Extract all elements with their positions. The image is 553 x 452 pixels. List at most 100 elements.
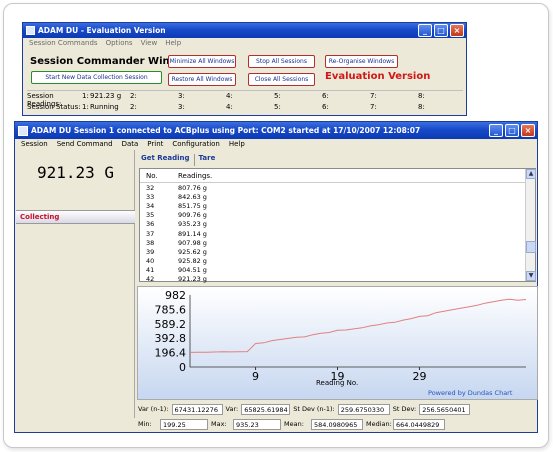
session-minimize-icon[interactable]: _ <box>489 124 503 137</box>
session-close-icon[interactable]: × <box>521 124 535 137</box>
scroll-down-icon[interactable]: ▼ <box>526 271 536 281</box>
menu-help[interactable]: Help <box>165 39 181 47</box>
status-slot-label-6: 6: <box>322 103 329 111</box>
row-number: 41 <box>146 266 155 275</box>
get-reading-tab[interactable]: Get Reading <box>137 154 195 166</box>
minimize-icon[interactable]: _ <box>418 24 432 37</box>
mean-label: Mean: <box>284 420 304 428</box>
status-slot-label-1: 1: <box>82 103 89 111</box>
menu-session-commands[interactable]: Session Commands <box>29 39 98 47</box>
y-tick-label: 0 <box>179 361 186 374</box>
row-number: 38 <box>146 238 155 247</box>
y-tick-label: 982 <box>165 289 186 302</box>
slot-status-1: Running <box>90 103 119 111</box>
table-scrollbar[interactable]: ▲ ▼ <box>525 169 536 281</box>
row-number: 42 <box>146 275 155 284</box>
status-slot-label-4: 4: <box>226 103 233 111</box>
table-row[interactable]: 41 904.51 g <box>140 266 535 275</box>
stdev-label: St Dev: <box>392 405 417 413</box>
commander-title: ADAM DU - Evaluation Version <box>38 26 166 35</box>
median-value: 664.0449829 <box>393 418 445 430</box>
chart-watermark: Powered by Dundas Chart <box>428 389 513 397</box>
header-readings: Readings. <box>178 171 213 180</box>
status-slot-label-3: 3: <box>178 103 185 111</box>
readings-table-header: No. Readings. <box>140 169 535 183</box>
scroll-up-icon[interactable]: ▲ <box>526 169 536 179</box>
maximize-icon[interactable]: □ <box>434 24 448 37</box>
row-number: 35 <box>146 211 155 220</box>
session-status-row: Session Status: 1: Running 2: 3: 4: 5: 6… <box>27 103 463 111</box>
stats-row-2: Min: 199.25 Max: 935.23 Mean: 584.098096… <box>135 418 539 430</box>
table-row[interactable]: 37 891.14 g <box>140 229 535 238</box>
y-tick-label: 392.8 <box>155 332 187 345</box>
minimize-all-button[interactable]: Minimize All Windows <box>168 55 236 68</box>
table-row[interactable]: 42 921.23 g <box>140 275 535 284</box>
table-row[interactable]: 35 909.76 g <box>140 211 535 220</box>
close-icon[interactable]: × <box>450 24 464 37</box>
collecting-status: Collecting <box>16 210 135 224</box>
session-maximize-icon[interactable]: □ <box>505 124 519 137</box>
table-row[interactable]: 32 807.76 g <box>140 183 535 192</box>
var-n1-value: 67431.12276 <box>171 403 223 415</box>
readings-table-body: 32 807.76 g 33 842.63 g 34 851.75 g 35 909.76 g… <box>140 183 535 284</box>
stop-all-sessions-button[interactable]: Stop All Sessions <box>248 55 315 68</box>
session-window: ADAM DU Session 1 connected to ACBplus u… <box>14 121 538 433</box>
row-number: 37 <box>146 229 155 238</box>
max-value: 935.23 <box>233 418 281 430</box>
table-row[interactable]: 34 851.75 g <box>140 201 535 210</box>
row-reading: 807.76 g <box>178 183 207 192</box>
var-label: Var: <box>225 405 239 413</box>
x-tick-label: 29 <box>412 370 426 383</box>
menu-help[interactable]: Help <box>229 140 245 148</box>
row-reading: 904.51 g <box>178 266 207 275</box>
commander-titlebar[interactable]: ADAM DU - Evaluation Version _ □ × <box>23 23 466 38</box>
menu-view[interactable]: View <box>141 39 158 47</box>
session-menubar: Session Send Command Data Print Configur… <box>15 139 537 149</box>
header-no: No. <box>146 171 158 180</box>
table-row[interactable]: 33 842.63 g <box>140 192 535 201</box>
menu-send-command[interactable]: Send Command <box>57 140 113 148</box>
session-titlebar[interactable]: ADAM DU Session 1 connected to ACBplus u… <box>15 122 537 139</box>
commander-menubar: Session Commands Options View Help <box>23 38 466 48</box>
y-tick-label: 589.2 <box>155 318 187 331</box>
readings-table: No. Readings. 32 807.76 g 33 842.63 g 34 851.… <box>139 168 536 284</box>
row-reading: 891.14 g <box>178 229 207 238</box>
menu-options[interactable]: Options <box>106 39 133 47</box>
row-number: 40 <box>146 257 155 266</box>
readings-chart-svg: 982785.6589.2392.8196.40 9 19 29 Reading N… <box>155 289 527 397</box>
table-row[interactable]: 38 907.98 g <box>140 238 535 247</box>
table-row[interactable]: 39 925.62 g <box>140 247 535 256</box>
menu-data[interactable]: Data <box>122 140 139 148</box>
scroll-thumb[interactable] <box>526 241 536 253</box>
start-new-session-button[interactable]: Start New Data Collection Session <box>31 71 162 84</box>
session-title: ADAM DU Session 1 connected to ACBplus u… <box>31 126 421 135</box>
row-reading: 935.23 g <box>178 220 207 229</box>
table-row[interactable]: 36 935.23 g <box>140 220 535 229</box>
stdev-n1-label: St Dev (n-1): <box>293 405 335 413</box>
min-value: 199.25 <box>160 418 208 430</box>
close-all-sessions-button[interactable]: Close All Sessions <box>248 73 315 86</box>
row-number: 39 <box>146 247 155 256</box>
x-tick-label: 9 <box>252 370 259 383</box>
menu-configuration[interactable]: Configuration <box>172 140 219 148</box>
readings-chart: 982 785.6 589.2 392.8 196.4 0 9 19 29 Reading N… <box>137 286 538 400</box>
restore-all-button[interactable]: Restore All Windows <box>168 73 236 86</box>
y-tick-label: 196.4 <box>155 347 187 360</box>
reorganise-windows-button[interactable]: Re-Organise Windows <box>325 55 398 68</box>
menu-session[interactable]: Session <box>21 140 48 148</box>
stdev-n1-value: 259.6750330 <box>337 403 390 415</box>
current-weight-display: 921.23 G <box>36 163 115 182</box>
status-slot-label-2: 2: <box>130 103 137 111</box>
mean-value: 584.0980965 <box>311 418 363 430</box>
row-number: 33 <box>146 192 155 201</box>
row-number: 32 <box>146 183 155 192</box>
action-tabs: Get Reading Tare <box>137 154 219 166</box>
row-reading: 925.62 g <box>178 247 207 256</box>
session-status-label: Session Status: <box>27 103 81 111</box>
row-reading: 909.76 g <box>178 211 207 220</box>
table-row[interactable]: 40 925.82 g <box>140 257 535 266</box>
tare-tab[interactable]: Tare <box>195 154 220 166</box>
session-commander-window: ADAM DU - Evaluation Version _ □ × Sessi… <box>22 22 467 116</box>
var-value: 65825.61984 <box>241 403 291 415</box>
menu-print[interactable]: Print <box>147 140 163 148</box>
